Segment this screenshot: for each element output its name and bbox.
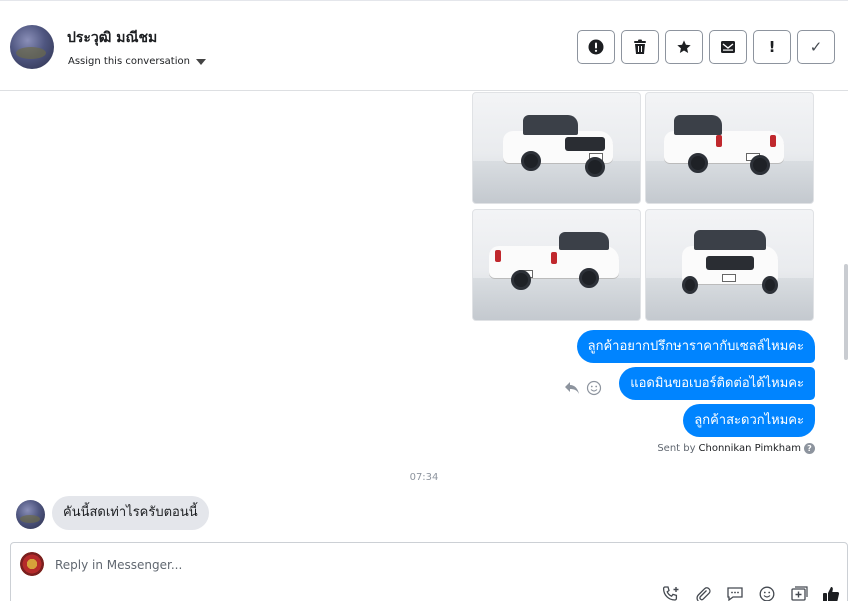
envelope-icon	[720, 39, 736, 55]
outgoing-message[interactable]: แอดมินขอเบอร์ติดต่อได้ไหมคะ	[619, 367, 815, 400]
caret-down-icon	[195, 58, 206, 65]
phone-add-icon[interactable]	[661, 585, 681, 601]
reply-composer	[10, 542, 848, 601]
thumbs-up-icon[interactable]	[821, 585, 841, 601]
scrollbar-thumb[interactable]	[844, 264, 848, 360]
reply-icon[interactable]	[564, 380, 580, 396]
contact-name[interactable]: ประวุฒิ มณีชม	[67, 27, 157, 49]
checkmark-icon: ✓	[809, 38, 823, 56]
emoji-icon[interactable]	[757, 585, 777, 601]
saved-reply-icon[interactable]	[725, 585, 745, 601]
truck-photo-rear-left[interactable]	[645, 92, 814, 204]
add-media-icon[interactable]	[789, 585, 809, 601]
reply-input[interactable]	[55, 555, 555, 575]
truck-photo-front-left[interactable]	[472, 92, 641, 204]
outgoing-message[interactable]: ลูกค้าสะดวกไหมคะ	[683, 404, 815, 437]
incoming-message[interactable]: คันนี้สดเท่าไรครับตอนนี้	[52, 496, 209, 530]
conversation-header: ประวุฒิ มณีชม Assign this conversation !…	[0, 0, 848, 91]
assign-conversation-dropdown[interactable]: Assign this conversation	[68, 56, 206, 67]
sent-by-name: Chonnikan Pimkham	[698, 443, 801, 454]
assign-label: Assign this conversation	[68, 56, 190, 67]
mark-unread-button[interactable]	[709, 30, 747, 64]
exclamation-icon: !	[768, 38, 776, 56]
conversation-scrollbar[interactable]	[842, 92, 848, 540]
composer-tools	[661, 585, 841, 601]
react-emoji-icon[interactable]	[586, 380, 602, 396]
exclamation-circle-icon	[588, 39, 604, 55]
delete-button[interactable]	[621, 30, 659, 64]
help-icon[interactable]: ?	[804, 443, 815, 454]
star-icon	[676, 39, 692, 55]
contact-avatar[interactable]	[10, 25, 54, 69]
trash-icon	[633, 39, 647, 55]
report-spam-button[interactable]	[577, 30, 615, 64]
truck-photo-rear-right[interactable]	[472, 209, 641, 321]
attachment-icon[interactable]	[693, 585, 713, 601]
truck-photo-front[interactable]	[645, 209, 814, 321]
sent-by-line: Sent by Chonnikan Pimkham ?	[657, 443, 815, 454]
outgoing-message[interactable]: ลูกค้าอยากปรึกษาราคากับเซลล์ไหมคะ	[576, 330, 815, 363]
sent-by-prefix: Sent by	[657, 443, 696, 454]
conversation-toolbar: ! ✓	[577, 30, 835, 64]
done-button[interactable]: ✓	[797, 30, 835, 64]
page-avatar	[20, 552, 44, 576]
message-timestamp: 07:34	[409, 472, 439, 483]
photo-attachments	[472, 92, 814, 322]
star-button[interactable]	[665, 30, 703, 64]
contact-avatar-small[interactable]	[16, 500, 45, 529]
messenger-conversation: ประวุฒิ มณีชม Assign this conversation !…	[0, 0, 848, 601]
message-actions	[564, 380, 602, 396]
flag-button[interactable]: !	[753, 30, 791, 64]
